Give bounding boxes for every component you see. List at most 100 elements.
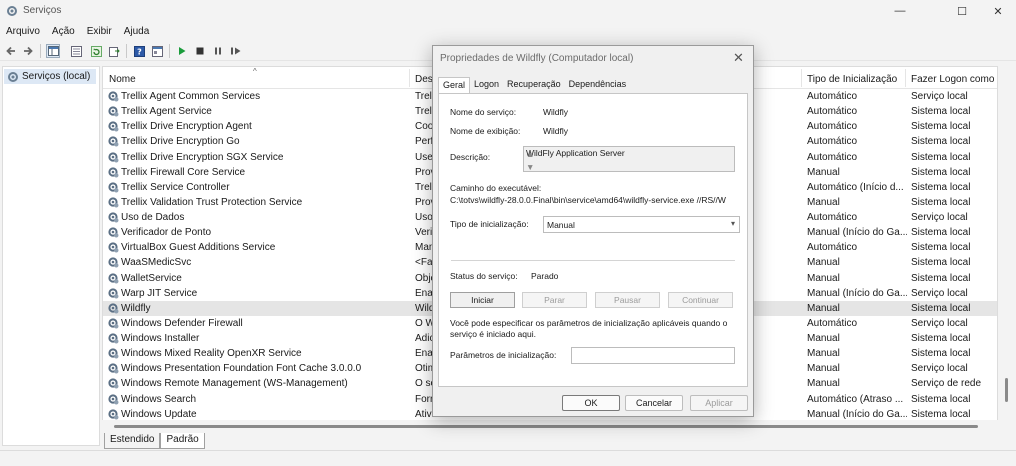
service-gear-icon	[107, 196, 119, 208]
tab-general[interactable]: Geral	[438, 77, 471, 94]
service-startup-type-cell: Automático	[807, 317, 858, 329]
back-arrow-icon[interactable]	[4, 44, 18, 58]
column-header-logon-as[interactable]: Fazer Logon como	[911, 74, 994, 85]
services-gear-icon	[7, 6, 17, 16]
export-list-icon[interactable]	[107, 44, 121, 58]
service-gear-icon	[107, 181, 119, 193]
tab-logon[interactable]: Logon	[470, 77, 503, 93]
menu-acao[interactable]: Ação	[46, 24, 81, 40]
service-logon-as-cell: Serviço local	[911, 287, 968, 299]
service-logon-as-cell: Serviço local	[911, 317, 968, 329]
service-startup-type-cell: Manual	[807, 196, 840, 208]
service-gear-icon	[107, 272, 119, 284]
service-startup-type-cell: Manual (Início do Ga...	[807, 287, 907, 299]
dialog-title: Propriedades de Wildfly (Computador loca…	[440, 53, 634, 64]
start-service-icon[interactable]	[175, 44, 189, 58]
restart-service-icon[interactable]	[229, 44, 243, 58]
service-startup-type-cell: Automático	[807, 136, 858, 148]
service-logon-as-cell: Sistema local	[911, 257, 971, 269]
column-divider[interactable]	[801, 69, 802, 87]
horizontal-scroll-thumb[interactable]	[114, 425, 978, 428]
refresh-icon[interactable]	[89, 44, 103, 58]
display-name-value: Wildfly	[543, 126, 569, 136]
menu-arquivo[interactable]: Arquivo	[0, 24, 46, 40]
service-name-cell: Windows Mixed Reality OpenXR Service	[121, 348, 302, 360]
column-divider[interactable]	[905, 69, 906, 87]
close-button[interactable]: ✕	[975, 0, 1016, 22]
apply-button[interactable]: Aplicar	[690, 395, 748, 411]
service-startup-type-cell: Manual	[807, 348, 840, 360]
service-gear-icon	[107, 226, 119, 238]
exe-path-label: Caminho do executável:	[450, 183, 542, 193]
stop-service-icon[interactable]	[193, 44, 207, 58]
properties-icon[interactable]	[69, 44, 83, 58]
tree-item-services-local[interactable]: Serviços (local)	[4, 69, 96, 84]
info-text-line1: Você pode especificar os parâmetros de i…	[450, 318, 728, 328]
service-logon-as-cell: Sistema local	[911, 393, 971, 405]
column-divider[interactable]	[409, 69, 410, 87]
scroll-up-icon[interactable]: ▲	[526, 149, 732, 159]
mmc-view-icon[interactable]	[150, 44, 164, 58]
scroll-down-icon[interactable]: ▼	[526, 162, 732, 172]
horizontal-scrollbar[interactable]	[102, 420, 998, 432]
service-startup-type-cell: Automático	[807, 106, 858, 118]
service-name-cell: VirtualBox Guest Additions Service	[121, 242, 276, 254]
dialog-close-button[interactable]: ✕	[733, 50, 744, 66]
service-startup-type-cell: Manual	[807, 166, 840, 178]
tab-extended[interactable]: Estendido	[104, 433, 161, 449]
service-gear-icon	[107, 211, 119, 223]
service-name-cell: Trellix Service Controller	[121, 181, 230, 193]
help-icon[interactable]: ?	[132, 44, 146, 58]
vertical-scroll-thumb[interactable]	[1005, 378, 1008, 402]
service-name-cell: Windows Defender Firewall	[121, 317, 243, 329]
start-params-input[interactable]	[571, 347, 735, 364]
sort-ascending-icon: ^	[253, 67, 257, 76]
service-gear-icon	[107, 151, 119, 163]
minimize-button[interactable]: —	[877, 0, 923, 22]
services-gear-icon	[8, 71, 18, 82]
close-icon: ✕	[733, 50, 744, 65]
service-name-cell: Uso de Dados	[121, 212, 185, 224]
start-button[interactable]: Iniciar	[450, 292, 515, 308]
service-name-cell: Windows Search	[121, 393, 197, 405]
service-name-cell: Trellix Drive Encryption Agent	[121, 121, 252, 133]
resume-button[interactable]: Continuar	[668, 292, 733, 308]
column-header-startup-type[interactable]: Tipo de Inicialização	[807, 74, 897, 85]
service-gear-icon	[107, 302, 119, 314]
tab-recovery[interactable]: Recuperação	[503, 77, 565, 93]
menu-exibir[interactable]: Exibir	[81, 24, 118, 40]
pause-button[interactable]: Pausar	[595, 292, 660, 308]
column-header-name[interactable]: Nome	[109, 74, 136, 85]
vertical-scrollbar[interactable]	[999, 88, 1014, 432]
service-name-cell: Verificador de Ponto	[121, 227, 212, 239]
console-tree-icon[interactable]	[46, 44, 60, 58]
service-startup-type-cell: Manual	[807, 272, 840, 284]
service-name-cell: Warp JIT Service	[121, 287, 198, 299]
menu-ajuda[interactable]: Ajuda	[118, 24, 156, 40]
service-name-value: Wildfly	[543, 107, 569, 117]
cancel-button[interactable]: Cancelar	[625, 395, 683, 411]
ok-button[interactable]: OK	[562, 395, 620, 411]
pause-service-icon[interactable]	[211, 44, 225, 58]
divider	[451, 260, 735, 261]
display-name-label: Nome de exibição:	[450, 126, 521, 136]
service-status-label: Status do serviço:	[450, 271, 518, 281]
service-gear-icon	[107, 393, 119, 405]
tree-item-label: Serviços (local)	[22, 71, 91, 82]
service-name-cell: Trellix Validation Trust Protection Serv…	[121, 196, 303, 208]
stop-button[interactable]: Parar	[522, 292, 587, 308]
description-field[interactable]: WildFly Application Server ▲ ▼	[523, 146, 735, 172]
service-startup-type-cell: Manual (Início do Ga...	[807, 408, 907, 420]
toolbar-separator	[169, 44, 170, 58]
tab-standard[interactable]: Padrão	[160, 433, 205, 449]
service-logon-as-cell: Sistema local	[911, 151, 971, 163]
forward-arrow-icon[interactable]	[21, 44, 35, 58]
maximize-icon: ☐	[957, 5, 967, 18]
tab-dependencies[interactable]: Dependências	[565, 77, 631, 93]
service-name-cell: Trellix Drive Encryption Go	[121, 136, 240, 148]
service-startup-type-cell: Automático	[807, 212, 858, 224]
service-gear-icon	[107, 241, 119, 253]
startup-type-select[interactable]: Manual ▾	[543, 216, 740, 233]
service-logon-as-cell: Sistema local	[911, 196, 971, 208]
service-logon-as-cell: Sistema local	[911, 333, 971, 345]
